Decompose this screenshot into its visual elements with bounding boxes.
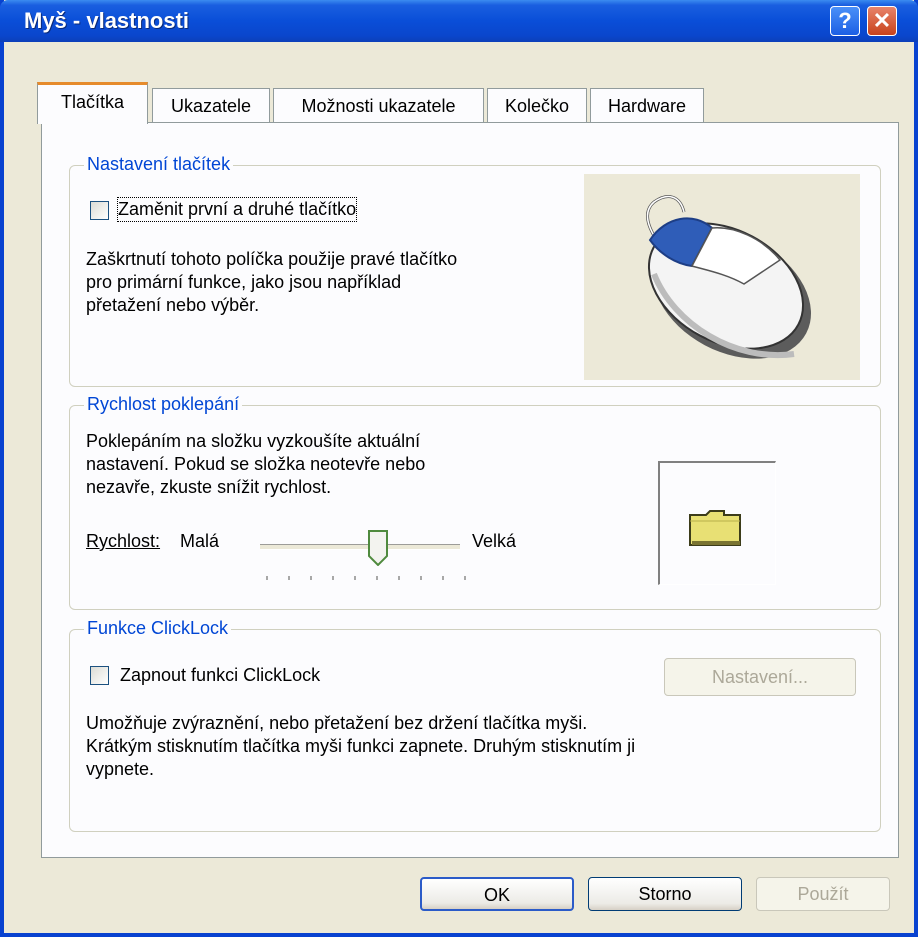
double-click-description: Poklepáním na složku vyzkoušíte aktuální…: [86, 430, 425, 499]
tab-pointers[interactable]: Ukazatele: [152, 88, 270, 123]
tab-pointer-options[interactable]: Možnosti ukazatele: [273, 88, 484, 123]
tab-wheel[interactable]: Kolečko: [487, 88, 587, 123]
swap-buttons-label[interactable]: Zaměnit první a druhé tlačítko: [116, 197, 358, 222]
slider-ticks: [266, 576, 466, 580]
button-config-legend: Nastavení tlačítek: [84, 154, 234, 175]
description-line: Umožňuje zvýraznění, nebo přetažení bez …: [86, 713, 588, 733]
description-line: Krátkým stisknutím tlačítka myši funkci …: [86, 736, 636, 756]
close-button[interactable]: ✕: [867, 6, 897, 36]
clicklock-checkbox-label[interactable]: Zapnout funkci ClickLock: [120, 664, 320, 687]
apply-button[interactable]: Použít: [756, 877, 890, 911]
mouse-properties-window: Myš - vlastnosti ? ✕ Tlačítka Ukazatele …: [0, 0, 918, 937]
ok-button[interactable]: OK: [420, 877, 574, 911]
tab-buttons[interactable]: Tlačítka: [37, 82, 148, 124]
speed-slider-track[interactable]: [260, 544, 460, 550]
window-title: Myš - vlastnosti: [24, 8, 190, 33]
title-bar[interactable]: Myš - vlastnosti ? ✕: [0, 0, 918, 42]
clicklock-checkbox[interactable]: [90, 666, 109, 685]
speed-label: Rychlost:: [86, 531, 161, 551]
double-click-legend: Rychlost poklepání: [84, 394, 243, 415]
speed-max-label: Velká: [472, 531, 517, 551]
double-click-group: Rychlost poklepání Poklepáním na složku …: [69, 394, 881, 610]
clicklock-description: Umožňuje zvýraznění, nebo přetažení bez …: [86, 712, 635, 781]
description-line: Zaškrtnutí tohoto políčka použije pravé …: [86, 249, 458, 269]
description-line: nastavení. Pokud se složka neotevře nebo: [86, 454, 426, 474]
description-line: vypnete.: [86, 759, 155, 779]
cancel-button[interactable]: Storno: [588, 877, 742, 911]
speed-slider-thumb[interactable]: [368, 530, 388, 567]
speed-min-label: Malá: [180, 531, 220, 551]
test-area[interactable]: [658, 461, 776, 585]
clicklock-settings-button[interactable]: Nastavení...: [664, 658, 856, 696]
description-line: přetažení nebo výběr.: [86, 295, 260, 315]
tab-hardware[interactable]: Hardware: [590, 88, 704, 123]
clicklock-group: Funkce ClickLock Zapnout funkci ClickLoc…: [69, 618, 881, 832]
button-config-description: Zaškrtnutí tohoto políčka použije pravé …: [86, 248, 457, 317]
description-line: nezavře, zkuste snížit rychlost.: [86, 477, 332, 497]
swap-buttons-checkbox[interactable]: [90, 201, 109, 220]
mouse-icon: [584, 174, 860, 380]
tab-panel-buttons: Nastavení tlačítek Zaměnit první a druhé…: [41, 122, 899, 858]
button-config-group: Nastavení tlačítek Zaměnit první a druhé…: [69, 154, 881, 387]
clicklock-legend: Funkce ClickLock: [84, 618, 232, 639]
folder-icon[interactable]: [688, 509, 742, 547]
description-line: pro primární funkce, jako jsou například: [86, 272, 402, 292]
description-line: Poklepáním na složku vyzkoušíte aktuální: [86, 431, 421, 451]
help-button[interactable]: ?: [830, 6, 860, 36]
